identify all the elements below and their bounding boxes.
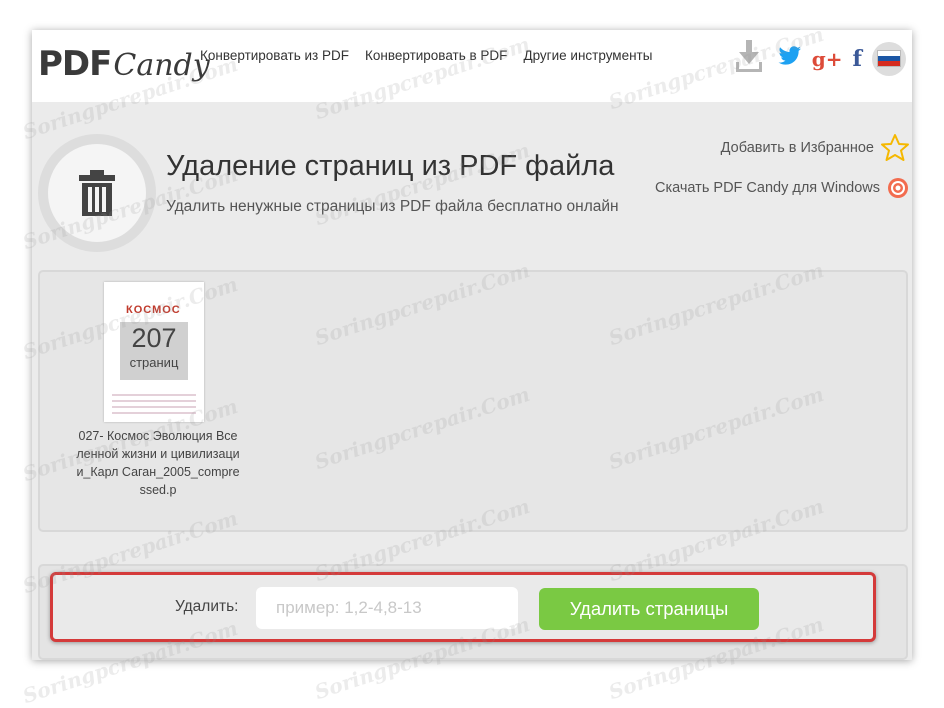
trash-icon (79, 170, 115, 216)
page-count: 207 (131, 323, 177, 353)
thumbnail-title: КОСМОС (126, 304, 181, 316)
delete-pages-button[interactable]: Удалить страницы (539, 588, 759, 630)
google-plus-icon[interactable]: g+ (812, 47, 843, 71)
candy-swirl-icon (888, 178, 908, 198)
side-links: Добавить в Избранное Скачать PDF Candy д… (655, 128, 910, 208)
facebook-icon[interactable]: f (853, 46, 862, 72)
delete-label: Удалить: (175, 598, 239, 615)
thumbnail-text-lines (112, 394, 196, 418)
logo-pdf-text: PDF (38, 44, 112, 84)
download-windows-link[interactable]: Скачать PDF Candy для Windows (655, 168, 910, 208)
uploaded-files-area: КОСМОС 207 страниц 027- Космос Эволюция … (38, 270, 908, 532)
download-windows-label: Скачать PDF Candy для Windows (655, 180, 880, 196)
main-nav: Конвертировать из PDF Конвертировать в P… (200, 48, 652, 63)
file-name: 027- Космос Эволюция Вселенной жизни и ц… (76, 429, 240, 497)
logo-candy-text: Candy (113, 48, 210, 83)
page-count-label: страниц (129, 355, 179, 370)
nav-convert-from-pdf[interactable]: Конвертировать из PDF (200, 48, 349, 63)
add-to-favorites-label: Добавить в Избранное (720, 140, 874, 156)
star-icon (881, 134, 909, 161)
nav-other-tools[interactable]: Другие инструменты (523, 48, 652, 63)
page-title: Удаление страниц из PDF файла (166, 150, 615, 182)
language-selector[interactable] (872, 41, 906, 76)
pdfcandy-logo[interactable]: PDF Candy (38, 36, 210, 92)
page-count-overlay: 207 страниц (120, 322, 188, 380)
tool-icon-circle (38, 134, 156, 252)
page-subtitle: Удалить ненужные страницы из PDF файла б… (166, 198, 619, 215)
nav-convert-to-pdf[interactable]: Конвертировать в PDF (365, 48, 507, 63)
download-icon[interactable] (734, 38, 778, 79)
delete-pages-form: Удалить: Удалить страницы (50, 572, 876, 642)
browser-page-frame: PDF Candy Конвертировать из PDF Конверти… (32, 30, 912, 660)
russian-flag-icon (877, 50, 901, 67)
pdf-thumbnail[interactable]: КОСМОС 207 страниц (104, 282, 204, 422)
top-navigation-bar: PDF Candy Конвертировать из PDF Конверти… (32, 30, 912, 102)
pages-to-delete-input[interactable] (256, 587, 518, 629)
twitter-icon[interactable] (778, 45, 802, 72)
add-to-favorites-link[interactable]: Добавить в Избранное (655, 128, 910, 168)
header-icons: g+ f (734, 38, 906, 79)
